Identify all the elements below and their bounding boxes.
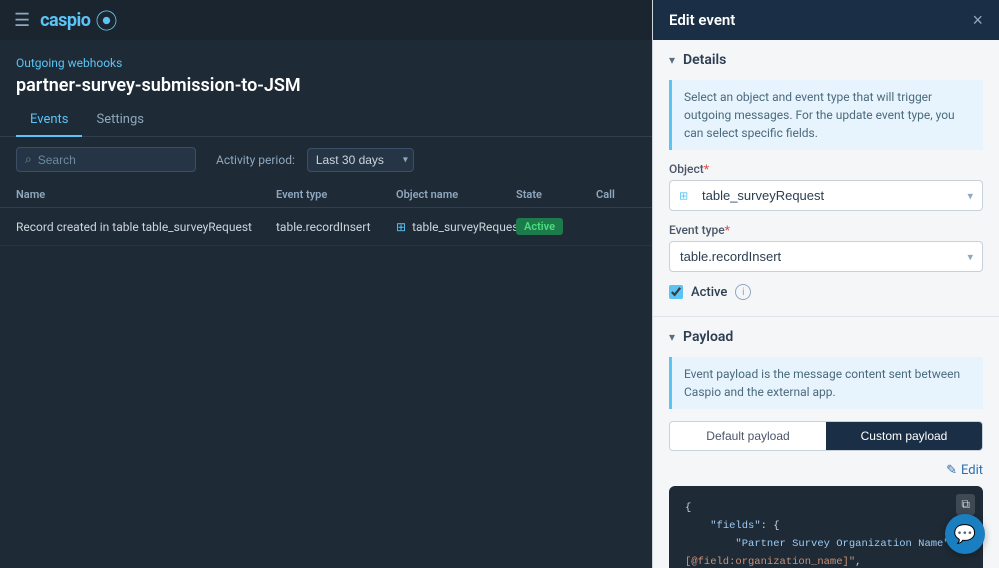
details-section-title: Details [683, 52, 726, 68]
code-text: { "fields": { "Partner Survey Organizati… [685, 500, 967, 568]
activity-select-wrapper: Last 30 days Last 7 days Last 24 hours [307, 148, 414, 172]
details-section-content: Select an object and event type that wil… [653, 80, 999, 316]
cell-name: Record created in table table_surveyRequ… [16, 220, 276, 234]
hamburger-icon[interactable]: ☰ [14, 10, 30, 31]
details-section-header[interactable]: ▾ Details [653, 40, 999, 80]
left-panel: ☰ caspio ⦿ Outgoing webhooks partner-sur… [0, 0, 652, 568]
object-select[interactable]: table_surveyRequest [669, 180, 983, 211]
active-checkbox[interactable] [669, 285, 683, 299]
page-title: partner-survey-submission-to-JSM [16, 75, 636, 96]
object-select-wrapper: ⊞ table_surveyRequest [669, 180, 983, 211]
details-info-box: Select an object and event type that wil… [669, 80, 983, 150]
code-block: ⧉ { "fields": { "Partner Survey Organiza… [669, 486, 983, 568]
state-badge: Active [516, 218, 563, 235]
activity-select[interactable]: Last 30 days Last 7 days Last 24 hours [307, 148, 414, 172]
edit-pencil-icon: ✎ [946, 463, 957, 478]
col-event-type: Event type [276, 188, 396, 201]
payload-chevron-icon: ▾ [669, 330, 675, 344]
table-header: Name Event type Object name State Call [0, 182, 652, 208]
panel-body: ▾ Details Select an object and event typ… [653, 40, 999, 568]
object-required: * [704, 162, 709, 176]
search-box: ⌕ [16, 147, 196, 172]
caspio-logo: caspio ⦿ [40, 4, 117, 36]
table-row[interactable]: Record created in table table_surveyRequ… [0, 208, 652, 246]
col-object-name: Object name [396, 188, 516, 201]
tab-events[interactable]: Events [16, 104, 82, 137]
active-info-icon: i [735, 284, 751, 300]
payload-info-box: Event payload is the message content sen… [669, 357, 983, 409]
search-input[interactable] [38, 153, 168, 167]
payload-section-title: Payload [683, 329, 733, 345]
toolbar: ⌕ Activity period: Last 30 days Last 7 d… [0, 137, 652, 182]
object-label: Object* [669, 162, 983, 176]
chat-bubble-button[interactable]: 💬 [945, 514, 985, 554]
details-chevron-icon: ▾ [669, 53, 675, 67]
logo-text: caspio [40, 10, 90, 31]
event-type-form-group: Event type* table.recordInsert [669, 223, 983, 272]
active-label: Active [691, 285, 727, 300]
event-type-required: * [725, 223, 730, 237]
event-type-select[interactable]: table.recordInsert [669, 241, 983, 272]
cell-state: Active [516, 218, 596, 235]
cell-event-type: table.recordInsert [276, 220, 396, 234]
default-payload-button[interactable]: Default payload [670, 422, 826, 450]
col-call: Call [596, 188, 636, 201]
panel-header: Edit event × [653, 0, 999, 40]
activity-label: Activity period: [216, 153, 295, 167]
event-type-label: Event type* [669, 223, 983, 237]
col-name: Name [16, 188, 276, 201]
chat-icon: 💬 [954, 524, 976, 545]
object-form-group: Object* ⊞ table_surveyRequest [669, 162, 983, 211]
edit-link[interactable]: ✎ Edit [946, 463, 983, 478]
col-state: State [516, 188, 596, 201]
custom-payload-button[interactable]: Custom payload [826, 422, 982, 450]
close-button[interactable]: × [972, 11, 983, 29]
active-checkbox-row: Active i [669, 284, 983, 300]
breadcrumb-section: Outgoing webhooks partner-survey-submiss… [0, 40, 652, 104]
cell-object-name: ⊞ table_surveyRequest [396, 220, 516, 234]
logo-dot-icon: ⦿ [95, 4, 117, 36]
panel-title: Edit event [669, 11, 735, 29]
tabs-row: Events Settings [0, 104, 652, 137]
payload-section-header[interactable]: ▾ Payload [653, 317, 999, 357]
event-type-select-wrapper: table.recordInsert [669, 241, 983, 272]
payload-toggle: Default payload Custom payload [669, 421, 983, 451]
search-icon: ⌕ [25, 152, 32, 167]
copy-code-button[interactable]: ⧉ [956, 494, 975, 515]
topbar: ☰ caspio ⦿ [0, 0, 652, 40]
edit-link-row: ✎ Edit [669, 463, 983, 478]
details-section: ▾ Details Select an object and event typ… [653, 40, 999, 317]
tab-settings[interactable]: Settings [82, 104, 157, 137]
table-icon: ⊞ [396, 220, 406, 234]
right-panel: Edit event × ▾ Details Select an object … [652, 0, 999, 568]
breadcrumb[interactable]: Outgoing webhooks [16, 56, 122, 70]
